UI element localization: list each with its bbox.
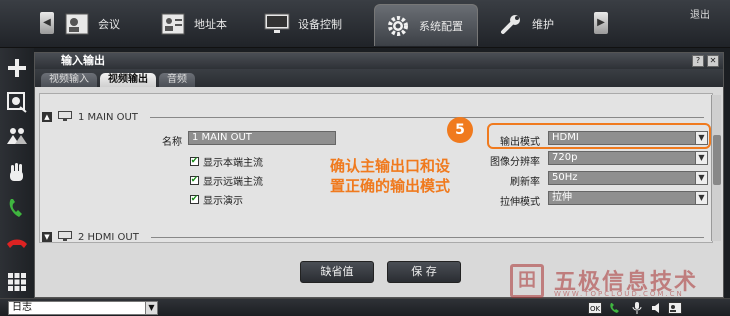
log-select[interactable]: 日志 ▼ xyxy=(8,301,158,315)
checkbox-remote-main[interactable]: ✔ xyxy=(190,176,199,185)
stretch-mode-select[interactable]: 拉伸 ▼ xyxy=(548,191,708,205)
checkbox-row-presentation[interactable]: ✔ 显示演示 xyxy=(190,192,243,207)
checkbox-local-main[interactable]: ✔ xyxy=(190,157,199,166)
close-icon[interactable]: ✕ xyxy=(707,55,719,67)
left-sidebar xyxy=(0,48,34,298)
top-nav: ◀ 会议 地址本 设备控制 系统配置 维护 ▶ 退出 xyxy=(0,0,730,48)
resolution-label: 图像分辨率 xyxy=(490,157,540,168)
contact-search-icon[interactable] xyxy=(5,90,29,114)
stretch-mode-value: 拉伸 xyxy=(552,192,572,203)
log-select-value: 日志 xyxy=(12,302,32,313)
watermark: 田 五极信息技术 WWW.TOPCLOUD.COM.CN xyxy=(510,262,720,302)
subtab-video-output[interactable]: 视频输出 xyxy=(100,73,156,87)
settings-panel: ▲ 1 MAIN OUT 名称 1 MAIN OUT ✔ 显示本端主流 ✔ 显示… xyxy=(39,93,713,243)
section-divider xyxy=(150,236,704,238)
checkbox-presentation[interactable]: ✔ xyxy=(190,195,199,204)
address-book-icon xyxy=(160,11,186,37)
refresh-rate-value: 50Hz xyxy=(552,172,578,183)
step-badge: 5 xyxy=(447,117,473,143)
save-button[interactable]: 保 存 xyxy=(387,261,461,283)
tab-maintenance[interactable]: 维护 xyxy=(498,6,554,42)
tab-maintenance-label: 维护 xyxy=(532,18,554,31)
annotation-line-2: 置正确的输出模式 xyxy=(330,177,451,195)
tab-device-control-label: 设备控制 xyxy=(298,18,342,31)
hand-raise-icon[interactable] xyxy=(5,160,29,184)
refresh-rate-select[interactable]: 50Hz ▼ xyxy=(548,171,708,185)
name-input[interactable]: 1 MAIN OUT xyxy=(188,131,336,145)
section-hdmi-out-header[interactable]: ▼ 2 HDMI OUT xyxy=(40,230,714,244)
gear-icon xyxy=(385,13,411,39)
grid-menu-icon[interactable] xyxy=(5,270,29,294)
contacts-status-icon[interactable] xyxy=(668,301,682,315)
checkbox-row-local-main[interactable]: ✔ 显示本端主流 xyxy=(190,154,263,169)
tab-system-config-label: 系统配置 xyxy=(419,19,463,33)
subtab-bar: 视频输入 视频输出 音频 xyxy=(35,69,723,87)
svg-text:OK: OK xyxy=(590,305,601,313)
chevron-down-icon[interactable]: ▼ xyxy=(145,302,157,314)
call-green-icon[interactable] xyxy=(5,196,29,220)
tab-meeting-label: 会议 xyxy=(98,18,120,31)
section-main-out-header[interactable]: ▲ 1 MAIN OUT xyxy=(40,110,714,124)
subtab-audio[interactable]: 音频 xyxy=(159,73,195,87)
chevron-down-icon[interactable]: ▼ xyxy=(695,152,707,164)
highlight-box xyxy=(487,123,711,149)
logout-link[interactable]: 退出 xyxy=(690,6,710,21)
tab-address-book[interactable]: 地址本 xyxy=(160,6,227,42)
tab-system-config[interactable]: 系统配置 xyxy=(374,4,478,46)
section-hdmi-out-title: 2 HDMI OUT xyxy=(78,231,139,243)
resolution-select[interactable]: 720p ▼ xyxy=(548,151,708,165)
section-main-out-title: 1 MAIN OUT xyxy=(78,111,138,123)
group-users-icon[interactable] xyxy=(5,124,29,148)
stretch-mode-label: 拉伸模式 xyxy=(500,197,540,208)
resolution-value: 720p xyxy=(552,152,578,163)
ok-icon[interactable]: OK xyxy=(588,301,602,315)
checkbox-presentation-label: 显示演示 xyxy=(203,196,243,207)
watermark-logo: 田 xyxy=(510,264,544,298)
checkbox-remote-main-label: 显示远端主流 xyxy=(203,177,263,188)
collapse-icon[interactable]: ▲ xyxy=(42,112,52,122)
checkbox-local-main-label: 显示本端主流 xyxy=(203,158,263,169)
nav-right-arrow[interactable]: ▶ xyxy=(594,12,608,34)
checkbox-row-remote-main[interactable]: ✔ 显示远端主流 xyxy=(190,173,263,188)
annotation-text: 确认主输出口和设 置正确的输出模式 xyxy=(330,156,450,196)
add-icon[interactable] xyxy=(5,56,29,80)
wrench-icon xyxy=(498,11,524,37)
scroll-thumb[interactable] xyxy=(713,135,721,185)
section-divider xyxy=(149,116,704,118)
vertical-scrollbar[interactable] xyxy=(711,95,721,241)
contacts-card-icon xyxy=(64,11,90,37)
nav-left-arrow[interactable]: ◀ xyxy=(40,12,54,34)
status-bar: 日志 ▼ OK xyxy=(0,298,730,316)
phone-status-icon[interactable] xyxy=(608,301,622,315)
microphone-icon[interactable] xyxy=(630,301,644,315)
hangup-red-icon[interactable] xyxy=(5,232,29,256)
watermark-url: WWW.TOPCLOUD.COM.CN xyxy=(554,290,684,298)
refresh-rate-label: 刷新率 xyxy=(510,177,540,188)
name-label: 名称 xyxy=(162,137,182,148)
tab-device-control[interactable]: 设备控制 xyxy=(264,6,342,42)
monitor-icon xyxy=(264,11,290,37)
monitor-small-icon xyxy=(58,110,72,124)
expand-icon[interactable]: ▼ xyxy=(42,232,52,242)
chevron-down-icon[interactable]: ▼ xyxy=(695,172,707,184)
speaker-icon[interactable] xyxy=(650,301,664,315)
chevron-down-icon[interactable]: ▼ xyxy=(695,192,707,204)
tab-meeting[interactable]: 会议 xyxy=(64,6,120,42)
default-button[interactable]: 缺省值 xyxy=(300,261,374,283)
help-icon[interactable]: ? xyxy=(692,55,704,67)
subtab-video-input[interactable]: 视频输入 xyxy=(41,73,97,87)
tab-address-book-label: 地址本 xyxy=(194,18,227,31)
annotation-line-1: 确认主输出口和设 xyxy=(330,157,451,175)
monitor-small-icon xyxy=(58,230,72,244)
window-title: 输入输出 xyxy=(35,53,723,69)
